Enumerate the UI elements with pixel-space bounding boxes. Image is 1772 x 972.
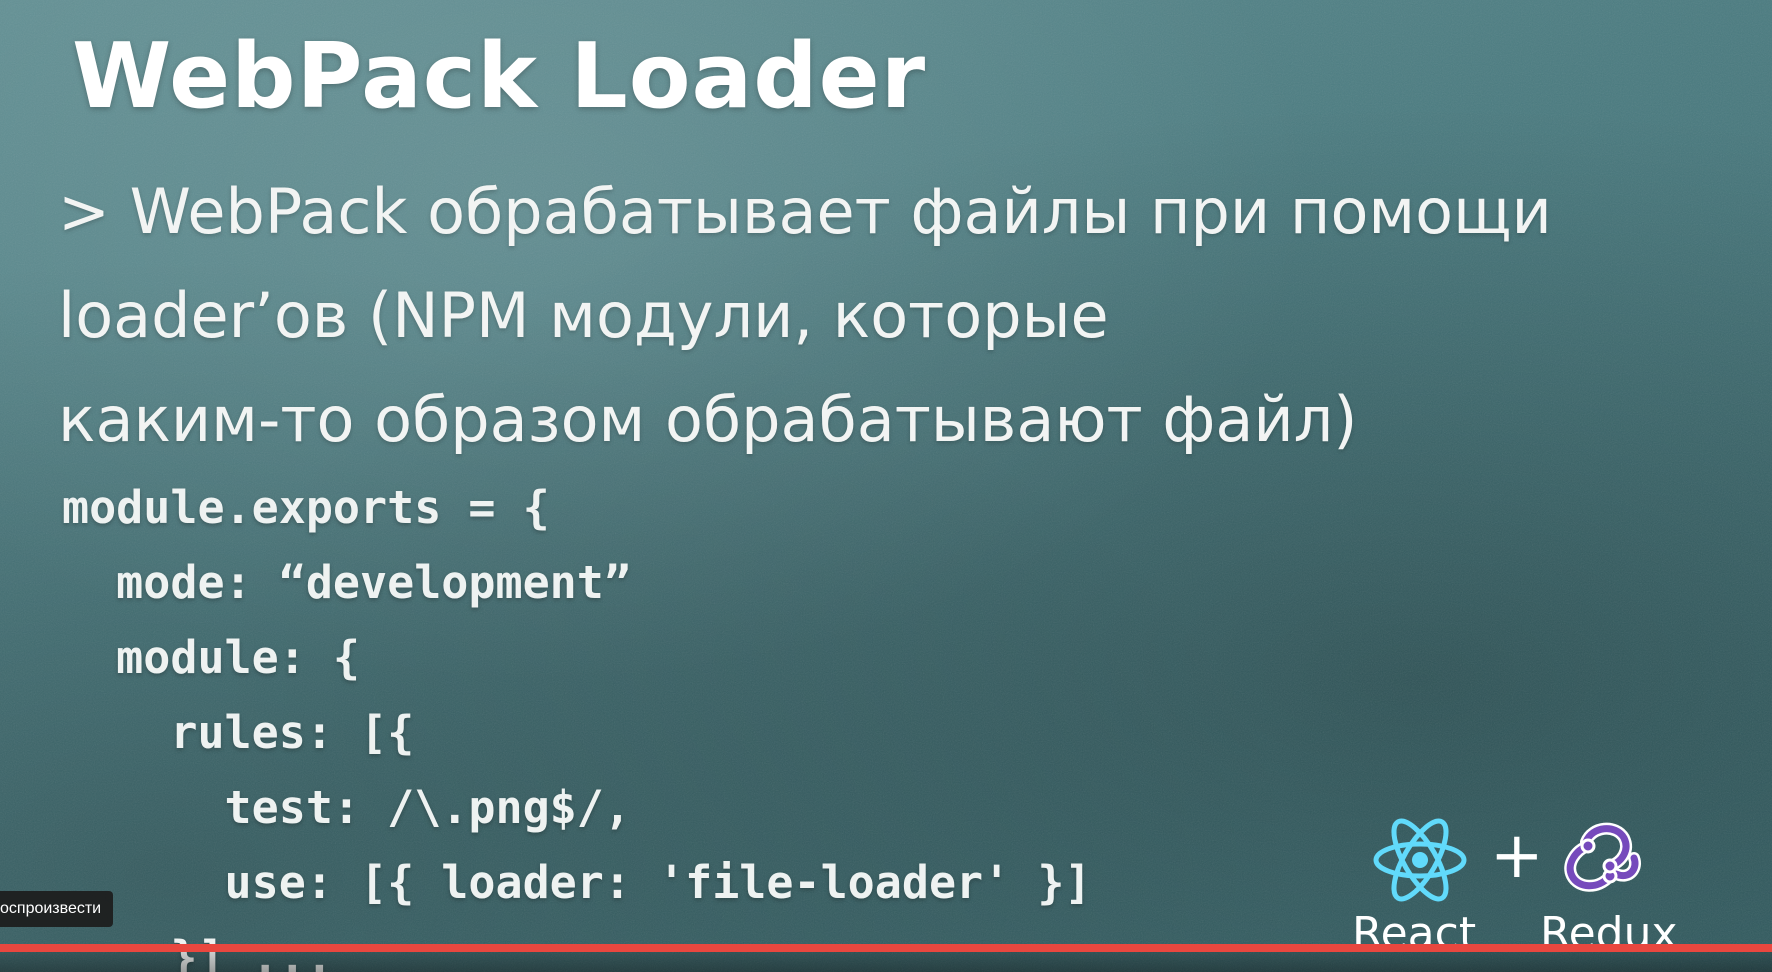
redux-icon bbox=[1564, 822, 1641, 892]
code-block: module.exports = { mode: “development” m… bbox=[62, 470, 1092, 972]
plus-sign: + bbox=[1490, 819, 1544, 893]
slide-title: WebPack Loader bbox=[72, 24, 927, 129]
code-line: test: /\.png$/, bbox=[62, 781, 631, 834]
bullet-line: loader’ов (NPM модули, которые bbox=[58, 279, 1109, 352]
player-controls-bar bbox=[0, 952, 1772, 972]
play-tooltip: оспроизвести bbox=[0, 891, 114, 927]
code-line: module.exports = { bbox=[62, 481, 550, 534]
code-line: mode: “development” bbox=[62, 556, 631, 609]
bullet-line: каким-то образом обрабатывают файл) bbox=[58, 383, 1358, 456]
progress-fill bbox=[0, 944, 1772, 952]
bullet-line: > WebPack обрабатывает файлы при помощи bbox=[58, 175, 1552, 248]
slide-bullet: > WebPack обрабатывает файлы при помощи … bbox=[58, 160, 1698, 472]
react-atom-icon bbox=[1373, 818, 1467, 902]
video-progress-bar[interactable] bbox=[0, 944, 1772, 952]
code-line: rules: [{ bbox=[62, 706, 415, 759]
code-line: module: { bbox=[62, 631, 361, 684]
video-frame[interactable]: WebPack Loader > WebPack обрабатывает фа… bbox=[0, 0, 1772, 972]
code-line: use: [{ loader: 'file-loader' }] bbox=[62, 856, 1092, 909]
